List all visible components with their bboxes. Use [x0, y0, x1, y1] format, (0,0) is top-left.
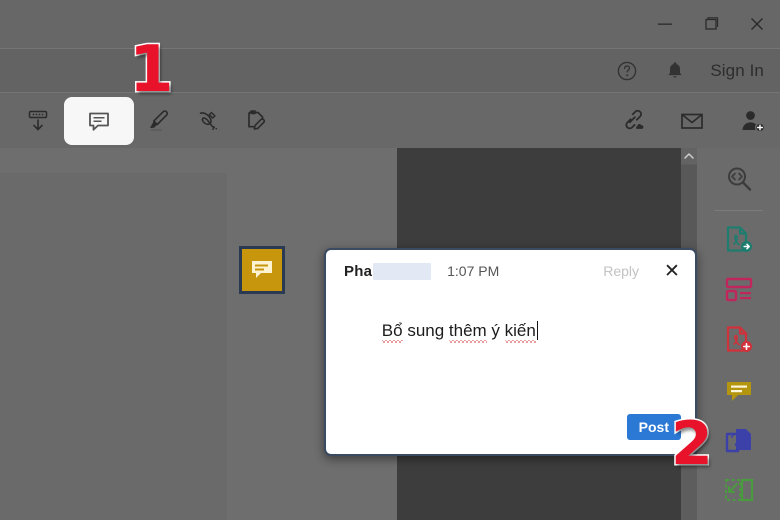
- share-link-button[interactable]: [610, 99, 654, 143]
- menu-bar-right-group: Sign In: [610, 54, 780, 88]
- comment-author: Pha: [344, 262, 373, 280]
- comment-marker[interactable]: [239, 246, 285, 294]
- comment-word: thêm: [448, 321, 487, 341]
- scroll-up-button[interactable]: [681, 148, 697, 164]
- pdf-export-icon: [726, 226, 752, 253]
- comment-word: kiến: [504, 321, 536, 341]
- step-1-badge: 1: [128, 33, 176, 107]
- crop-tool-button[interactable]: [716, 470, 762, 512]
- email-button[interactable]: [670, 99, 714, 143]
- link-cloud-icon: [625, 109, 644, 129]
- comment-popup-header: Pha 1:07 PM Reply ✕: [326, 250, 695, 292]
- pdf-create-icon: [726, 326, 752, 353]
- comment-word: ý: [486, 321, 505, 341]
- sign-in-button[interactable]: Sign In: [706, 61, 772, 81]
- sign-tool-button[interactable]: [186, 99, 230, 143]
- help-button[interactable]: [610, 54, 644, 88]
- reply-button[interactable]: Reply: [603, 263, 639, 279]
- menu-bar: Sign In: [0, 48, 780, 92]
- maximize-icon: [705, 17, 719, 30]
- maximize-button[interactable]: [688, 0, 734, 48]
- signature-pen-icon: [199, 111, 218, 130]
- comment-bubble-icon: [726, 381, 751, 401]
- fill-sign-icon: [248, 109, 266, 130]
- fill-and-sign-tool-button[interactable]: [234, 99, 278, 143]
- add-person-button[interactable]: [730, 99, 774, 143]
- comment-timestamp: 1:07 PM: [447, 263, 500, 279]
- organize-pages-tool-button[interactable]: [716, 269, 762, 311]
- author-redaction-block: [373, 262, 432, 280]
- comment-tool-button[interactable]: [64, 96, 134, 145]
- close-icon: [751, 18, 763, 30]
- page-content-shade: [0, 173, 227, 520]
- export-pdf-tool-button[interactable]: [716, 219, 762, 261]
- search-icon: [727, 167, 751, 191]
- close-button[interactable]: [734, 0, 780, 48]
- comment-text-input[interactable]: Bổ sung thêm ý kiến: [344, 298, 539, 364]
- rail-separator: [714, 210, 763, 212]
- comment-word: Bổ: [381, 321, 403, 341]
- comment-icon: [89, 112, 109, 131]
- crop-page-icon: [724, 478, 753, 502]
- help-circle-icon: [618, 61, 637, 80]
- bell-icon: [668, 61, 682, 78]
- comment-popup: Pha 1:07 PM Reply ✕ Bổ sung thêm ý kiến …: [324, 248, 697, 456]
- download-icon: [28, 110, 48, 130]
- close-popup-button[interactable]: ✕: [661, 260, 683, 282]
- organize-pages-icon: [725, 278, 752, 302]
- comment-word: sung: [402, 321, 449, 341]
- annotation-toolbar: [0, 92, 780, 148]
- comment-icon: [252, 261, 272, 278]
- text-caret: [536, 321, 539, 341]
- chevron-up-icon: [684, 153, 694, 159]
- compress-pdf-icon: [725, 428, 751, 452]
- search-tool-button[interactable]: [716, 158, 762, 200]
- highlighter-icon: [150, 109, 169, 131]
- person-add-icon: [742, 110, 766, 133]
- download-tool-button[interactable]: [16, 99, 60, 143]
- compress-pdf-tool-button[interactable]: [716, 420, 762, 462]
- step-2-badge: 2: [670, 409, 715, 479]
- envelope-icon: [681, 113, 703, 129]
- minimize-button[interactable]: [642, 0, 688, 48]
- application-window: Sign In Pha 1:07 PM Reply ✕ Bổ sung thêm…: [0, 0, 780, 520]
- title-bar: [0, 0, 780, 48]
- create-pdf-tool-button[interactable]: [716, 319, 762, 361]
- comment-popup-body[interactable]: Bổ sung thêm ý kiến: [326, 292, 695, 364]
- notifications-button[interactable]: [658, 54, 692, 88]
- minimize-icon: [658, 23, 672, 25]
- comment-rail-tool-button[interactable]: [716, 370, 762, 412]
- toolbar-right-group: [610, 99, 780, 143]
